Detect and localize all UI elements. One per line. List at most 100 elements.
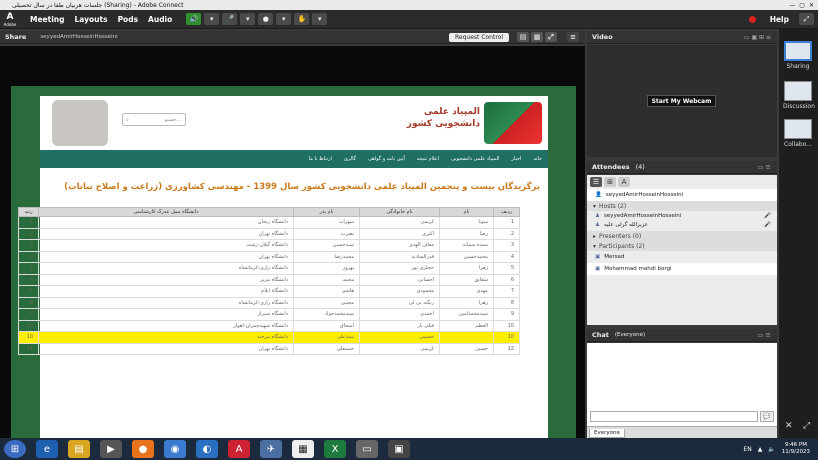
table-cell: 5 <box>18 262 39 275</box>
leaders-photo <box>52 100 108 146</box>
chat-input[interactable] <box>590 411 758 422</box>
minimize-button[interactable]: — <box>789 2 795 9</box>
fit-width-icon[interactable]: ▤ <box>517 32 529 42</box>
table-cell: دانشگاه رازی-کرمانشاه <box>38 262 294 275</box>
chrome-icon[interactable]: ◉ <box>164 440 186 458</box>
chevron-down-icon[interactable]: ▾ <box>312 13 328 25</box>
nav-results[interactable]: اعلام نتیجه <box>417 156 439 162</box>
request-control-button[interactable]: Request Control <box>449 32 509 42</box>
fullscreen-icon[interactable]: ⤢ <box>545 32 557 42</box>
close-button[interactable]: ✕ <box>809 2 814 9</box>
presenter-name: seyyedAmirHosseinHosseini <box>40 34 118 40</box>
nav-news[interactable]: اخبار <box>511 156 521 162</box>
maximize-button[interactable]: ▢ <box>799 2 805 9</box>
nav-home[interactable]: خانه <box>533 156 542 162</box>
telegram-icon[interactable]: ✈ <box>260 440 282 458</box>
grid-view-icon[interactable]: ⊞ <box>604 177 616 187</box>
nav-regulations[interactable]: آیین نامه و گواهی <box>368 156 405 162</box>
hosts-section[interactable]: ▾ Hosts (2) <box>587 201 777 211</box>
video-pod-controls-icon[interactable]: ▭ ▣ ⊞ ≡ <box>744 34 771 41</box>
chevron-down-icon[interactable]: ▾ <box>204 13 220 25</box>
table-row: 9 سیدمحمدامین احمدی سیدمحمدجواد دانشگاه شیرا… <box>18 308 520 321</box>
volume-icon[interactable]: 🔈 <box>768 446 775 453</box>
document-icon[interactable]: ▦ <box>292 440 314 458</box>
attendees-menu-icon[interactable]: ▭ ≡ <box>757 163 771 171</box>
table-cell: خجلزی پور <box>359 262 440 275</box>
file-explorer-icon[interactable]: ▤ <box>68 440 90 458</box>
menu-pods[interactable]: Pods <box>118 15 138 24</box>
speaker-icon[interactable]: 🔊 <box>186 13 202 25</box>
tools-icon[interactable]: ✕ <box>785 421 793 431</box>
expand-icon[interactable]: ⤢ <box>803 421 810 431</box>
host-item[interactable]: ♟ عزیزالله گرلی علیه 🎤 <box>587 221 777 228</box>
menu-meeting[interactable]: Meeting <box>30 15 65 24</box>
search-icon: ⌕ <box>126 116 129 123</box>
table-row: 3 سیده سمانه معاف الهدی سیدحسین دانشگاه گیلا… <box>18 239 520 252</box>
table-cell: حسینی <box>359 331 440 344</box>
app-icon[interactable]: ▣ <box>388 440 410 458</box>
microphone-muted-icon: 🎤 <box>764 221 771 228</box>
raise-hand-icon[interactable]: ✋ <box>294 13 310 25</box>
sort-icon[interactable]: A <box>618 177 630 187</box>
fullscreen-icon[interactable]: ⤢ <box>799 13 814 25</box>
video-area: Start My Webcam <box>587 45 777 157</box>
nav-contact[interactable]: ارتباط با ما <box>309 156 332 162</box>
chat-tab-everyone[interactable]: Everyone <box>589 429 625 438</box>
chevron-down-icon[interactable]: ▾ <box>276 13 292 25</box>
attendees-pod-header: Attendees (4) ▭ ≡ <box>587 161 777 174</box>
chevron-down-icon[interactable]: ▾ <box>240 13 256 25</box>
start-webcam-button[interactable]: Start My Webcam <box>647 95 716 107</box>
participant-item[interactable]: ▣ Mersad <box>587 251 777 263</box>
webcam-icon[interactable]: ● <box>258 13 274 25</box>
firefox-icon[interactable]: ● <box>132 440 154 458</box>
excel-icon[interactable]: X <box>324 440 346 458</box>
table-cell: 9 <box>18 308 39 321</box>
start-button[interactable]: ⊞ <box>4 440 26 458</box>
table-row: 2 رضا اکبری نصرت دانشگاه تهران 2 <box>18 227 520 240</box>
ie-icon[interactable]: e <box>36 440 58 458</box>
chat-menu-icon[interactable]: ▭ ≡ <box>757 331 771 339</box>
table-cell: 7 <box>18 285 39 298</box>
microphone-icon[interactable]: 🎤 <box>222 13 238 25</box>
participants-section[interactable]: ▾ Participants (2) <box>587 241 777 251</box>
table-cell: محمدرضا <box>293 250 360 263</box>
actual-size-icon[interactable]: ▦ <box>531 32 543 42</box>
table-cell: 1 <box>18 216 39 229</box>
media-player-icon[interactable]: ▶ <box>100 440 122 458</box>
nav-gallery[interactable]: گالری <box>344 156 356 162</box>
record-icon[interactable] <box>748 15 756 23</box>
current-user[interactable]: 👤 seyyedAmirHosseinHosseini <box>587 189 777 201</box>
layout-discussion[interactable]: Discussion <box>783 81 815 110</box>
layout-collaboration[interactable]: Collabo... <box>783 119 813 148</box>
site-brand: المپیاد علمی دانشجویی کشور <box>406 107 480 129</box>
input-language[interactable]: EN <box>743 446 751 453</box>
table-cell: دانشگاه گیلان-رشت <box>38 239 294 252</box>
clock[interactable]: 9:46 PM 11/9/2023 <box>782 442 810 456</box>
layouts-bar: Sharing Discussion Collabo... ✕ ⤢ <box>779 29 818 438</box>
send-message-icon[interactable]: 💬 <box>760 411 774 422</box>
menubar: A Adobe Meeting Layouts Pods Audio 🔊 ▾ 🎤 … <box>0 10 818 29</box>
menu-layouts[interactable]: Layouts <box>75 15 108 24</box>
adobe-connect-icon[interactable]: A <box>228 440 250 458</box>
host-item[interactable]: ♟ seyyedAmirHosseinHosseini 🎤 <box>587 211 777 221</box>
layout-thumbnail <box>784 81 812 101</box>
pod-menu-icon[interactable]: ≡ <box>567 32 579 42</box>
menu-help[interactable]: Help <box>770 15 789 24</box>
layout-sharing[interactable]: Sharing <box>783 41 813 70</box>
window-titlebar: جلسات هربیان طفا در سال تحصیلی (Sharing)… <box>0 0 818 10</box>
network-icon[interactable]: ▲ <box>758 446 763 453</box>
sticky-notes-icon[interactable]: ▭ <box>356 440 378 458</box>
nav-olympiad[interactable]: المپیاد علمی دانشجویی <box>451 156 499 162</box>
chat-messages: 💬 Everyone <box>587 343 777 438</box>
table-cell: کریمی <box>359 342 440 355</box>
menu-audio[interactable]: Audio <box>148 15 172 24</box>
table-cell: اکبری <box>359 227 440 240</box>
olympiad-logo <box>484 102 542 144</box>
list-view-icon[interactable]: ☰ <box>590 177 602 187</box>
user-icon: 👤 <box>595 192 602 198</box>
participant-item[interactable]: ▣ Mohammad mahdi borgi <box>587 263 777 275</box>
presenters-section[interactable]: ▸ Presenters (0) <box>587 231 777 241</box>
table-cell: معاف الهدی <box>359 239 440 252</box>
site-search-input[interactable]: ⌕ جستو... <box>122 113 186 126</box>
edge-icon[interactable]: ◐ <box>196 440 218 458</box>
